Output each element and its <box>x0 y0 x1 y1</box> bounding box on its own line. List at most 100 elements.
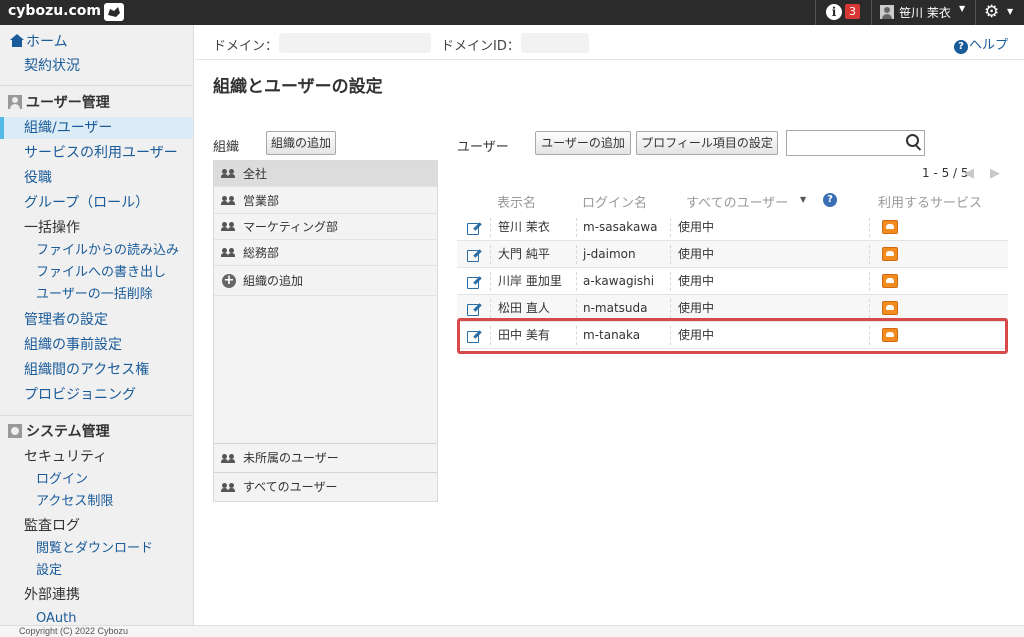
help-link[interactable]: ? ヘルプ <box>954 34 1008 54</box>
sidebar-item-login[interactable]: ログイン <box>0 469 193 491</box>
sidebar-item-export[interactable]: ファイルへの書き出し <box>0 262 193 284</box>
org-item-label: 総務部 <box>243 246 280 260</box>
settings-menu[interactable]: ⚙ ▼ <box>984 2 1020 22</box>
sidebar-item-label: ホーム <box>26 34 68 50</box>
search-input[interactable] <box>789 133 899 153</box>
divider <box>0 415 193 416</box>
divider <box>869 272 870 291</box>
unassigned-users-item[interactable]: 未所属のユーザー <box>214 443 437 472</box>
table-row[interactable]: 大門 純平 j-daimon 使用中 <box>457 241 1008 268</box>
edit-icon[interactable] <box>467 221 481 235</box>
sidebar-item-audit: 監査ログ <box>24 518 80 534</box>
user-display-name[interactable]: 大門 純平 <box>498 241 550 267</box>
heading-label: システム管理 <box>26 424 110 440</box>
top-bar: cybozu.com i 3 笹川 茉衣 ▼ ⚙ ▼ <box>0 0 1024 25</box>
chevron-down-icon[interactable]: ▼ <box>800 195 806 204</box>
divider <box>576 218 577 237</box>
profile-settings-button[interactable]: プロフィール項目の設定 <box>636 131 778 155</box>
sidebar-item-home[interactable]: ホーム <box>0 31 193 53</box>
all-users-label: すべてのユーザー <box>243 480 338 494</box>
divider <box>670 299 671 318</box>
edit-icon[interactable] <box>467 275 481 289</box>
help-icon[interactable]: ? <box>823 193 837 207</box>
user-search <box>786 130 925 156</box>
sidebar-item-oauth[interactable]: OAuth <box>0 608 193 625</box>
sidebar-item-admins[interactable]: 管理者の設定 <box>0 309 193 331</box>
add-user-button[interactable]: ユーザーの追加 <box>535 131 631 155</box>
sidebar: ホーム 契約状況 ユーザー管理 組織/ユーザー サービスの利用ユーザー 役職 グ… <box>0 25 194 625</box>
table-row[interactable]: 川岸 亜加里 a-kawagishi 使用中 <box>457 268 1008 295</box>
divider <box>869 218 870 237</box>
user-display-name[interactable]: 笹川 茉衣 <box>498 214 550 240</box>
status-filter-select[interactable]: すべてのユーザー <box>686 192 788 211</box>
table-row[interactable]: 笹川 茉衣 m-sasakawa 使用中 <box>457 214 1008 241</box>
sidebar-item-titles[interactable]: 役職 <box>0 167 193 189</box>
divider <box>670 218 671 237</box>
group-icon <box>221 248 237 258</box>
garoon-service-icon <box>882 274 898 288</box>
home-icon <box>10 34 24 47</box>
sidebar-item-external: 外部連携 <box>24 587 80 603</box>
add-org-button[interactable]: 組織の追加 <box>266 131 336 155</box>
divider <box>871 0 872 25</box>
plus-icon: + <box>222 273 236 288</box>
org-item-sales[interactable]: 営業部 <box>214 188 437 214</box>
sidebar-item-access-restriction[interactable]: アクセス制限 <box>0 491 193 513</box>
next-page-icon[interactable]: ▶ <box>990 166 1000 181</box>
all-users-item[interactable]: すべてのユーザー <box>214 472 437 501</box>
user-display-name[interactable]: 川岸 亜加里 <box>498 268 562 294</box>
divider <box>576 272 577 291</box>
sidebar-item-service-users[interactable]: サービスの利用ユーザー <box>0 142 193 164</box>
garoon-logo-icon[interactable] <box>104 3 124 21</box>
divider <box>0 85 193 86</box>
group-icon <box>221 196 237 206</box>
sidebar-item-org-access[interactable]: 組織間のアクセス権 <box>0 359 193 381</box>
edit-icon[interactable] <box>467 302 481 316</box>
copyright: Copyright (C) 2022 Cybozu <box>0 625 1024 637</box>
user-status: 使用中 <box>678 220 715 234</box>
group-icon <box>221 222 237 232</box>
notification-badge: 3 <box>845 4 860 19</box>
user-section-label: ユーザー <box>457 140 509 155</box>
help-icon: ? <box>954 40 968 54</box>
sidebar-item-audit-view[interactable]: 閲覧とダウンロード <box>0 538 193 560</box>
sidebar-item-bulk-delete[interactable]: ユーザーの一括削除 <box>0 284 193 306</box>
section-heading-system: システム管理 <box>8 421 110 443</box>
org-item-all[interactable]: 全社 <box>214 161 437 187</box>
divider <box>869 299 870 318</box>
org-item-label: 営業部 <box>243 194 280 208</box>
user-status: 使用中 <box>678 274 715 288</box>
edit-icon[interactable] <box>467 248 481 262</box>
col-services: 利用するサービス <box>878 196 983 211</box>
user-login-name: j-daimon <box>583 247 636 261</box>
page-title: 組織とユーザーの設定 <box>213 77 383 97</box>
sidebar-item-org-presets[interactable]: 組織の事前設定 <box>0 334 193 356</box>
sidebar-item-audit-settings[interactable]: 設定 <box>0 560 193 582</box>
group-icon <box>221 454 237 464</box>
brand-name[interactable]: cybozu.com <box>8 3 101 19</box>
help-label: ヘルプ <box>969 38 1009 53</box>
garoon-service-icon <box>882 220 898 234</box>
chevron-down-icon: ▼ <box>959 4 966 13</box>
divider <box>490 299 491 318</box>
sidebar-item-groups[interactable]: グループ（ロール） <box>0 192 193 214</box>
org-tree-panel: 全社 営業部 マーケティング部 総務部 + 組織の追加 未所属のユーザー すべて… <box>213 160 438 502</box>
sidebar-item-contract[interactable]: 契約状況 <box>0 55 193 77</box>
domain-bar: ドメイン： ドメインID： ? ヘルプ <box>195 25 1024 60</box>
org-item-label: マーケティング部 <box>243 220 339 234</box>
sidebar-item-org-users[interactable]: 組織/ユーザー <box>0 117 193 139</box>
org-item-general-affairs[interactable]: 総務部 <box>214 240 437 266</box>
sidebar-item-security: セキュリティ <box>24 449 108 465</box>
prev-page-icon[interactable]: ◀ <box>964 166 974 181</box>
divider <box>576 245 577 264</box>
col-display-name[interactable]: 表示名 <box>497 192 536 211</box>
sidebar-item-import[interactable]: ファイルからの読み込み <box>0 240 193 262</box>
sidebar-item-provisioning[interactable]: プロビジョニング <box>0 384 193 406</box>
org-item-marketing[interactable]: マーケティング部 <box>214 214 437 240</box>
user-icon <box>880 5 894 19</box>
add-org-row[interactable]: + 組織の追加 <box>214 266 437 296</box>
pager-count: 1 - 5 / 5 <box>922 166 969 180</box>
search-icon[interactable] <box>902 131 924 155</box>
col-login-name[interactable]: ログイン名 <box>582 192 647 211</box>
sidebar-item-bulk: 一括操作 <box>24 220 80 236</box>
